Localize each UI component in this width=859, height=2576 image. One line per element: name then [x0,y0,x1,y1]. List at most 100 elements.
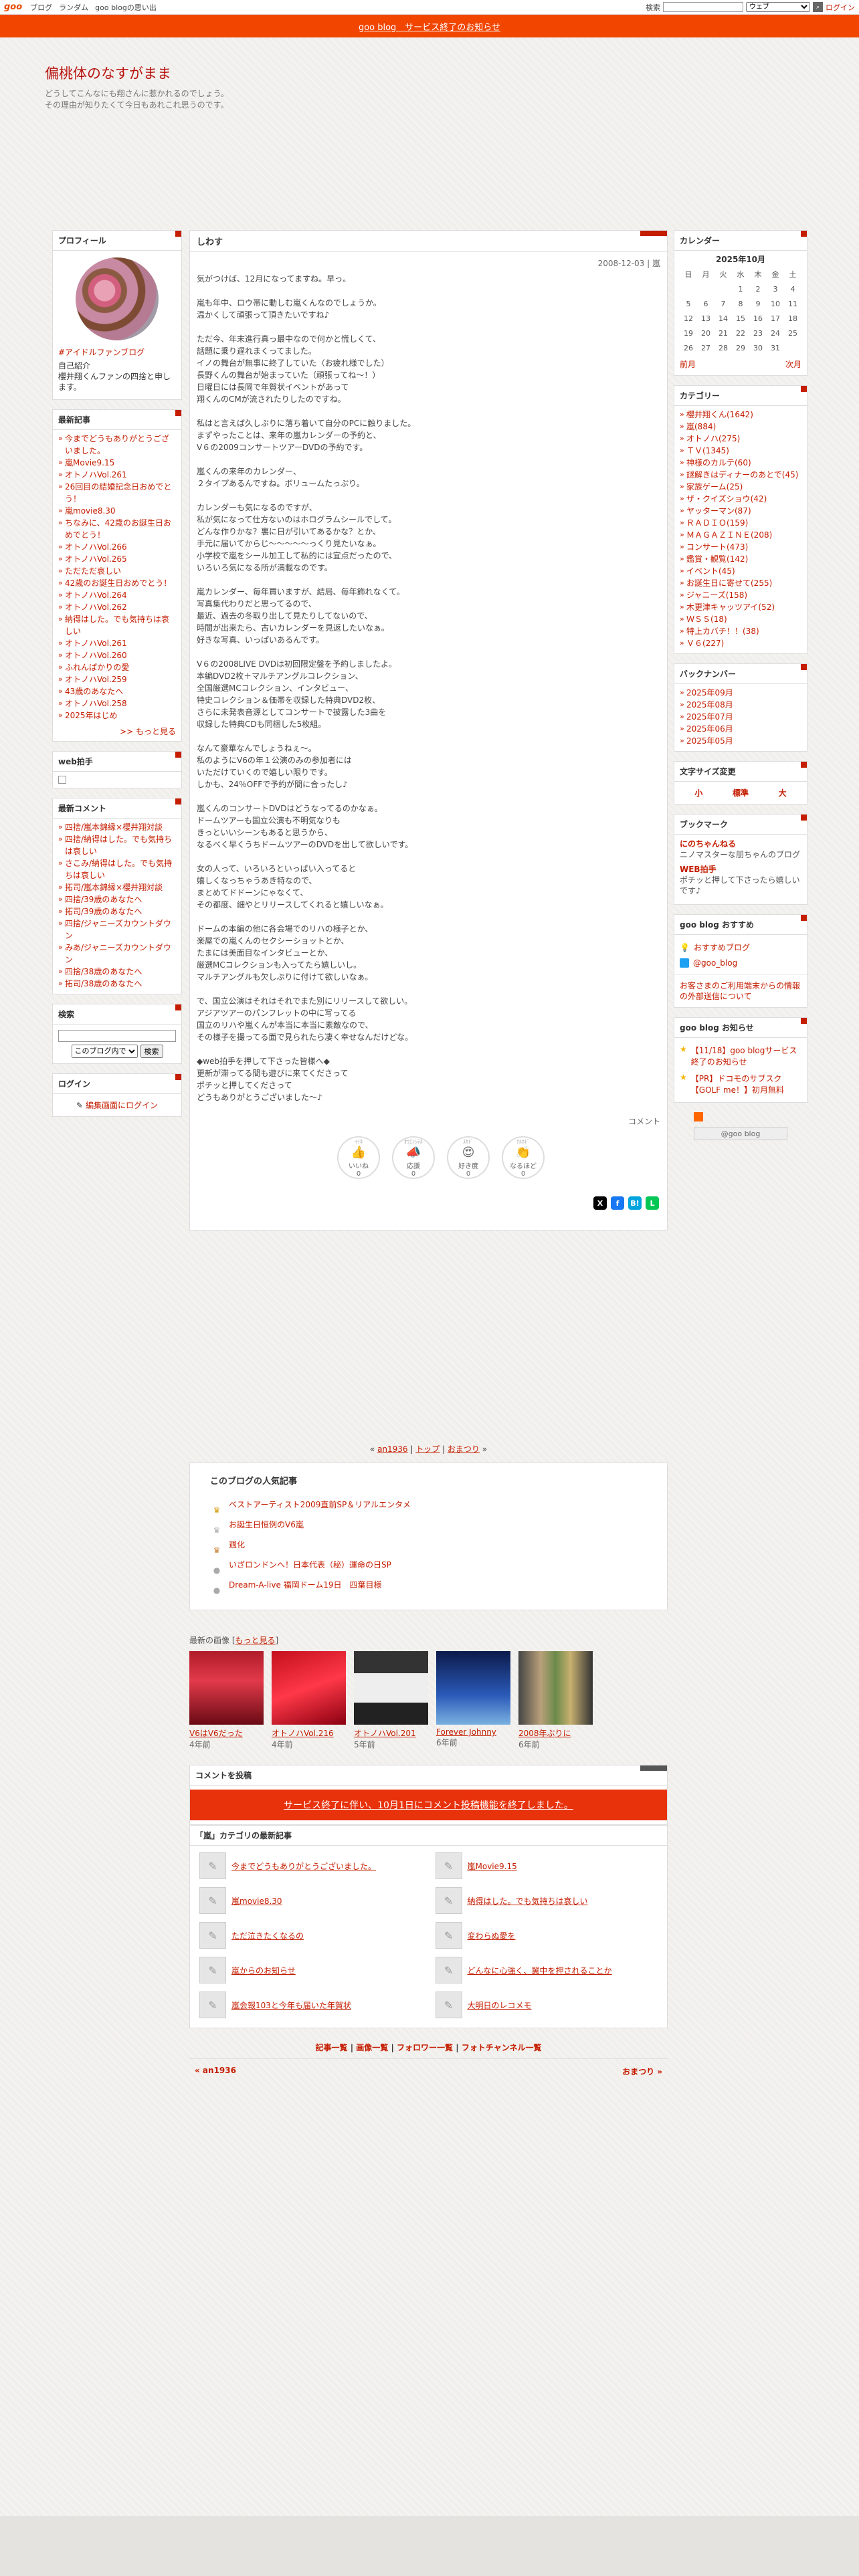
recent-article-link[interactable]: 嵐movie8.30 [65,506,116,516]
recent-comment-link[interactable]: 四捨/38歳のあなたへ [65,967,142,976]
calendar-day[interactable]: 22 [732,326,749,341]
calendar-day[interactable]: 24 [767,326,784,341]
calendar-day[interactable]: 28 [714,341,732,356]
backnumber-link[interactable]: 2025年06月 [686,724,733,734]
topbar-link-memories[interactable]: goo blogの思い出 [95,2,157,13]
calendar-day[interactable]: 3 [767,282,784,297]
topbar-search-select[interactable]: ウェブ [746,2,810,12]
recent-comment-link[interactable]: 拓司/38歳のあなたへ [65,979,142,988]
recent-article-link[interactable]: オトノハVol.259 [65,675,127,684]
recent-more-link[interactable]: >> もっと見る [120,727,176,736]
recent-image-item[interactable]: 2008年ぶりに 6年前 [518,1651,593,1750]
recent-article-link[interactable]: オトノハVol.264 [65,591,127,600]
backnumber-link[interactable]: 2025年05月 [686,736,733,746]
x-share-icon[interactable]: X [593,1196,607,1210]
recent-comment-link[interactable]: さこみ/納得はした。でも気持ちは哀しい [65,859,172,880]
footnav-images[interactable]: 画像一覧 [356,2043,388,2052]
category-link[interactable]: 櫻井翔くん(1642) [686,410,753,419]
footnav-followers[interactable]: フォロワー一覧 [397,2043,453,2052]
category-article-link[interactable]: 納得はした。でも気持ちは哀しい [468,1895,588,1907]
recent-image-item[interactable]: オトノハVol.216 4年前 [272,1651,346,1750]
calendar-day[interactable]: 30 [749,341,767,356]
recent-article-link[interactable]: 納得はした。でも気持ちは哀しい [65,615,169,636]
hatena-share-icon[interactable]: B! [628,1196,642,1210]
calendar-day[interactable]: 27 [697,341,714,356]
category-link[interactable]: 謎解きはディナーのあとで(45) [686,470,798,479]
calendar-day[interactable]: 5 [680,297,697,312]
article-thumbnail-icon[interactable]: ✎ [435,1992,462,2018]
footnav-articles[interactable]: 記事一覧 [316,2043,348,2052]
recent-article-link[interactable]: 42歳のお誕生日おめでとう！ [65,578,171,588]
search-button[interactable]: 検索 [140,1045,163,1058]
blog-search-input[interactable] [58,1030,176,1042]
calendar-day[interactable]: 12 [680,312,697,326]
popular-article-link[interactable]: いざロンドンへ！日本代表（秘）運命の日SP [229,1555,391,1575]
article-title[interactable]: しわす [190,231,667,252]
recent-comment-link[interactable]: 四捨/納得はした。でも気持ちは哀しい [65,835,172,856]
category-link[interactable]: Ｖ６(227) [686,639,724,648]
edit-login-link[interactable]: 編集画面にログイン [86,1101,158,1110]
reaction-button[interactable]: ﾅﾙﾎﾄﾞ 👏 なるほど 0 [502,1136,545,1179]
recent-article-link[interactable]: ちなみに、42歳のお誕生日おめでとう！ [65,518,171,540]
recommend-blog-link[interactable]: おすすめブログ [694,942,750,953]
recent-images-more[interactable]: もっと見る [235,1636,276,1645]
calendar-day[interactable]: 9 [749,297,767,312]
article-thumbnail-icon[interactable]: ✎ [435,1852,462,1879]
calendar-day[interactable]: 21 [714,326,732,341]
next-article-link[interactable]: おまつり [448,1444,480,1454]
recent-article-link[interactable]: 嵐Movie9.15 [65,458,114,467]
recent-image[interactable] [436,1651,510,1725]
font-small-button[interactable]: 小 [694,787,702,798]
recent-comment-link[interactable]: 四捨/嵐本錦縁×櫻井翔対談 [65,823,163,832]
webclap-image-icon[interactable] [58,776,66,784]
prev-article-link[interactable]: an1936 [377,1444,408,1454]
recent-article-link[interactable]: 2025年はじめ [65,711,118,720]
calendar-day[interactable]: 15 [732,312,749,326]
recent-comment-link[interactable]: 拓司/39歳のあなたへ [65,907,142,916]
info-end-link[interactable]: 【11/18】goo blogサービス終了のお知らせ [691,1045,801,1067]
recent-article-link[interactable]: 43歳のあなたへ [65,687,123,696]
category-article-link[interactable]: 嵐からのお知らせ [231,1965,296,1976]
search-icon[interactable]: ⌕ [813,2,823,12]
recent-article-link[interactable]: オトノハVol.261 [65,639,127,648]
category-article-link[interactable]: 変わらぬ愛を [468,1930,516,1941]
footnav-photochannel[interactable]: フォトチャンネル一覧 [462,2043,542,2052]
category-link[interactable]: ジャニーズ(158) [686,591,747,600]
facebook-share-icon[interactable]: f [611,1196,624,1210]
goo-logo[interactable]: goo [4,2,22,12]
bookmark-webclap-link[interactable]: WEB拍手 [680,865,717,874]
recent-image-item[interactable]: V6はV6だった 4年前 [189,1651,264,1750]
backnumber-link[interactable]: 2025年07月 [686,712,733,722]
next-link[interactable]: おまつり » [622,2066,662,2077]
article-thumbnail-icon[interactable]: ✎ [435,1957,462,1983]
category-link[interactable]: コンサート(473) [686,542,748,552]
calendar-day[interactable]: 31 [767,341,784,356]
recent-image-item[interactable]: Forever Johnny 6年前 [436,1651,510,1750]
external-info-link[interactable]: お客さまのご利用端末からの情報の外部送信について [680,981,800,1001]
recent-image[interactable] [272,1651,346,1725]
calendar-day[interactable]: 16 [749,312,767,326]
backnumber-link[interactable]: 2025年09月 [686,688,733,697]
calendar-day[interactable]: 14 [714,312,732,326]
recent-image-caption[interactable]: V6はV6だった [189,1727,264,1739]
topbar-link-blog[interactable]: ブログ [30,2,52,13]
info-pr-link[interactable]: 【PR】ドコモのサブスク【GOLF me！】初月無料 [691,1073,801,1095]
recent-image-item[interactable]: オトノハVol.201 5年前 [354,1651,428,1750]
backnumber-link[interactable]: 2025年08月 [686,700,733,710]
recent-article-link[interactable]: 今までどうもありがとうございました。 [65,434,169,455]
calendar-day[interactable]: 20 [697,326,714,341]
recent-article-link[interactable]: オトノハVol.258 [65,699,127,708]
article-thumbnail-icon[interactable]: ✎ [435,1922,462,1949]
reaction-button[interactable]: ｽｷﾄﾞ 😍 好き度 0 [447,1136,490,1179]
calendar-day[interactable]: 10 [767,297,784,312]
popular-article-link[interactable]: Dream-A-live 福岡ドーム19日 四葉目様 [229,1575,382,1595]
goo-twitter-link[interactable]: @goo_blog [693,958,737,968]
article-thumbnail-icon[interactable]: ✎ [199,1992,226,2018]
recent-article-link[interactable]: オトノハVol.262 [65,603,127,612]
blog-title[interactable]: 偏桃体のなすがまま [45,63,814,83]
calendar-day[interactable]: 25 [784,326,801,341]
recent-article-link[interactable]: オトノハVol.260 [65,651,127,660]
calendar-day[interactable]: 13 [697,312,714,326]
popular-article-link[interactable]: お誕生日恒例のV6嵐 [229,1515,304,1535]
category-article-link[interactable]: 嵐Movie9.15 [468,1860,517,1872]
